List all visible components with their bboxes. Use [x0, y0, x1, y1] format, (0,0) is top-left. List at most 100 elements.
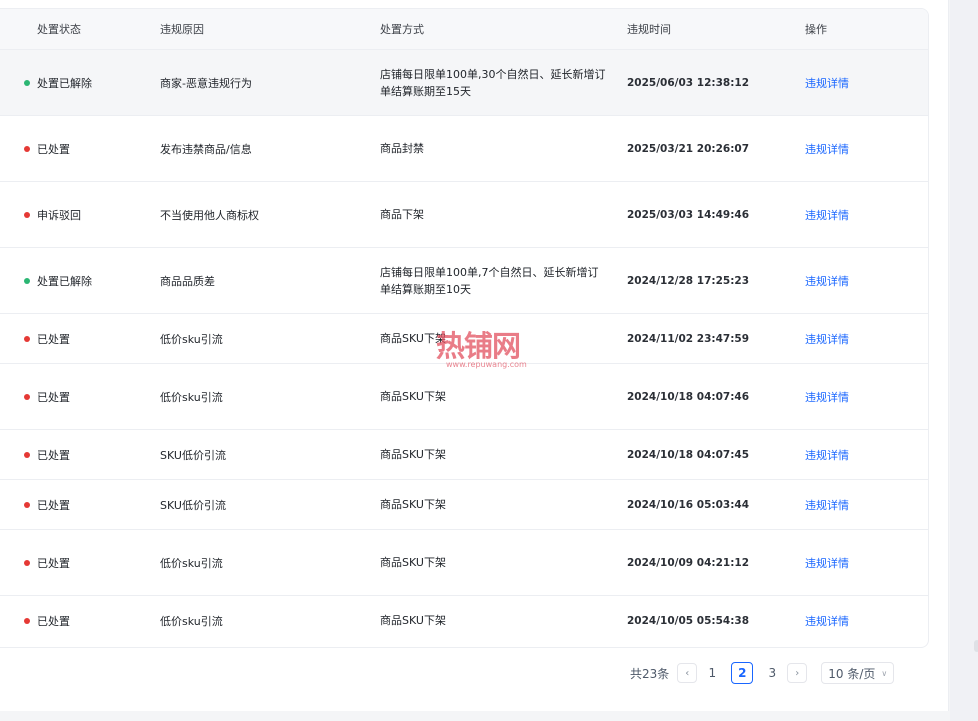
reason-cell: SKU低价引流 [148, 479, 368, 530]
right-scroll-area [950, 0, 978, 721]
status-dot-icon [24, 336, 30, 342]
status-text: 处置已解除 [37, 274, 92, 288]
scrollbar-handle[interactable] [974, 640, 978, 652]
status-dot-icon [24, 560, 30, 566]
time-cell: 2025/06/03 12:38:12 [615, 49, 793, 116]
page-size-select[interactable]: 10 条/页 ∨ [821, 662, 895, 684]
status-text: 申诉驳回 [37, 208, 81, 222]
page-button-3[interactable]: 3 [761, 662, 783, 684]
time-cell: 2024/10/05 05:54:38 [627, 614, 750, 627]
status-badge: 申诉驳回 [24, 208, 81, 222]
status-cell: 处置已解除 [0, 247, 148, 314]
time-cell: 2024/11/02 23:47:59 [615, 313, 793, 364]
status-cell: 已处置 [0, 429, 148, 480]
table-row: 已处置 低价sku引流 商品SKU下架 2024/10/09 04:21:12 违规详情 [0, 529, 928, 596]
page-size-label: 10 条/页 [828, 666, 876, 681]
method-cell: 商品SKU下架 [368, 429, 615, 480]
violation-detail-link[interactable]: 违规详情 [805, 557, 849, 570]
chevron-right-icon[interactable]: › [787, 663, 808, 683]
header-status: 处置状态 [0, 9, 148, 50]
status-text: 已处置 [37, 448, 70, 462]
table-row: 已处置 低价sku引流 商品SKU下架 2024/10/05 05:54:38 违规详情 [0, 596, 928, 646]
violation-detail-link[interactable]: 违规详情 [805, 391, 849, 404]
table-header-row: 处置状态 违规原因 处置方式 违规时间 操作 [0, 9, 928, 50]
violation-table-container: 处置状态 违规原因 处置方式 违规时间 操作 处置已解除 商家-恶意违规行为 店铺每… [0, 8, 929, 648]
status-badge: 处置已解除 [24, 274, 92, 288]
table-row: 已处置 SKU低价引流 商品SKU下架 2024/10/18 04:07:45 违规详情 [0, 429, 928, 480]
status-cell: 已处置 [0, 115, 148, 182]
status-badge: 已处置 [24, 142, 70, 156]
violation-detail-link[interactable]: 违规详情 [805, 615, 849, 628]
header-method: 处置方式 [368, 9, 615, 50]
table-row: 已处置 低价sku引流 商品SKU下架 2024/11/02 23:47:59 违规详情 [0, 313, 928, 364]
reason-cell: 低价sku引流 [148, 363, 368, 430]
status-dot-icon [24, 278, 30, 284]
time-cell: 2024/10/18 04:07:45 [615, 429, 793, 480]
status-badge: 处置已解除 [24, 77, 92, 90]
reason-cell: 发布违禁商品/信息 [148, 115, 368, 182]
status-dot-icon [24, 146, 30, 152]
violation-detail-link[interactable]: 违规详情 [805, 333, 849, 346]
status-dot-icon [24, 452, 30, 458]
status-cell: 处置已解除 [0, 49, 148, 116]
time-cell: 2024/10/18 04:07:46 [615, 363, 793, 430]
reason-cell: SKU低价引流 [148, 429, 368, 480]
status-badge: 已处置 [24, 498, 70, 512]
chevron-left-icon[interactable]: ‹ [677, 663, 698, 683]
header-action: 操作 [793, 9, 928, 50]
status-badge: 已处置 [24, 333, 70, 346]
status-cell: 已处置 [0, 596, 148, 646]
method-cell: 商品SKU下架 [380, 614, 446, 628]
status-cell: 已处置 [0, 479, 148, 530]
status-text: 已处置 [37, 556, 70, 570]
status-badge: 已处置 [24, 448, 70, 462]
table-row: 已处置 发布违禁商品/信息 商品封禁 2025/03/21 20:26:07 违规详情 [0, 115, 928, 182]
status-badge: 已处置 [24, 390, 70, 404]
table-row: 已处置 SKU低价引流 商品SKU下架 2024/10/16 05:03:44 违规详情 [0, 479, 928, 530]
status-cell: 已处置 [0, 363, 148, 430]
violation-table: 处置状态 违规原因 处置方式 违规时间 操作 处置已解除 商家-恶意违规行为 店铺每… [0, 9, 928, 646]
violation-records-panel: 处置状态 违规原因 处置方式 违规时间 操作 处置已解除 商家-恶意违规行为 店铺每… [0, 0, 949, 711]
time-cell: 2025/03/21 20:26:07 [615, 115, 793, 182]
header-time: 违规时间 [615, 9, 793, 50]
action-cell: 违规详情 [793, 115, 928, 182]
status-text: 已处置 [37, 142, 70, 156]
violation-detail-link[interactable]: 违规详情 [805, 77, 849, 90]
action-cell: 违规详情 [793, 529, 928, 596]
page-button-2-current[interactable]: 2 [731, 662, 754, 684]
method-cell: 商品SKU下架 [368, 479, 615, 530]
action-cell: 违规详情 [793, 181, 928, 248]
method-cell: 商品下架 [368, 181, 615, 248]
method-cell: 店铺每日限单100单,30个自然日、延长新增订单结算账期至15天 [368, 49, 615, 116]
violation-detail-link[interactable]: 违规详情 [805, 449, 849, 462]
reason-cell: 商家-恶意违规行为 [148, 49, 368, 116]
violation-detail-link[interactable]: 违规详情 [805, 143, 849, 156]
status-badge: 已处置 [24, 614, 70, 628]
time-cell: 2024/10/09 04:21:12 [615, 529, 793, 596]
violation-detail-link[interactable]: 违规详情 [805, 275, 849, 288]
violation-detail-link[interactable]: 违规详情 [805, 209, 849, 222]
status-cell: 申诉驳回 [0, 181, 148, 248]
table-row: 处置已解除 商品品质差 店铺每日限单100单,7个自然日、延长新增订单结算账期至10… [0, 247, 928, 314]
status-text: 已处置 [37, 498, 70, 512]
page-button-1[interactable]: 1 [701, 662, 723, 684]
chevron-down-icon: ∨ [881, 668, 888, 678]
method-cell: 商品SKU下架 [368, 313, 615, 364]
status-text: 已处置 [37, 390, 70, 404]
reason-cell: 不当使用他人商标权 [148, 181, 368, 248]
status-dot-icon [24, 394, 30, 400]
table-row: 申诉驳回 不当使用他人商标权 商品下架 2025/03/03 14:49:46 违规详情 [0, 181, 928, 248]
status-text: 已处置 [37, 614, 70, 628]
method-cell: 店铺每日限单100单,7个自然日、延长新增订单结算账期至10天 [368, 247, 615, 314]
violation-detail-link[interactable]: 违规详情 [805, 499, 849, 512]
pagination: 共23条 ‹ 1 2 3 › 10 条/页 ∨ [630, 661, 895, 685]
header-reason: 违规原因 [148, 9, 368, 50]
time-cell: 2024/10/16 05:03:44 [615, 479, 793, 530]
status-dot-icon [24, 80, 30, 86]
status-cell: 已处置 [0, 313, 148, 364]
table-row: 已处置 低价sku引流 商品SKU下架 2024/10/18 04:07:46 违规详情 [0, 363, 928, 430]
table-row: 处置已解除 商家-恶意违规行为 店铺每日限单100单,30个自然日、延长新增订单结算… [0, 49, 928, 116]
action-cell: 违规详情 [793, 313, 928, 364]
reason-cell: 低价sku引流 [148, 313, 368, 364]
reason-cell: 商品品质差 [148, 247, 368, 314]
